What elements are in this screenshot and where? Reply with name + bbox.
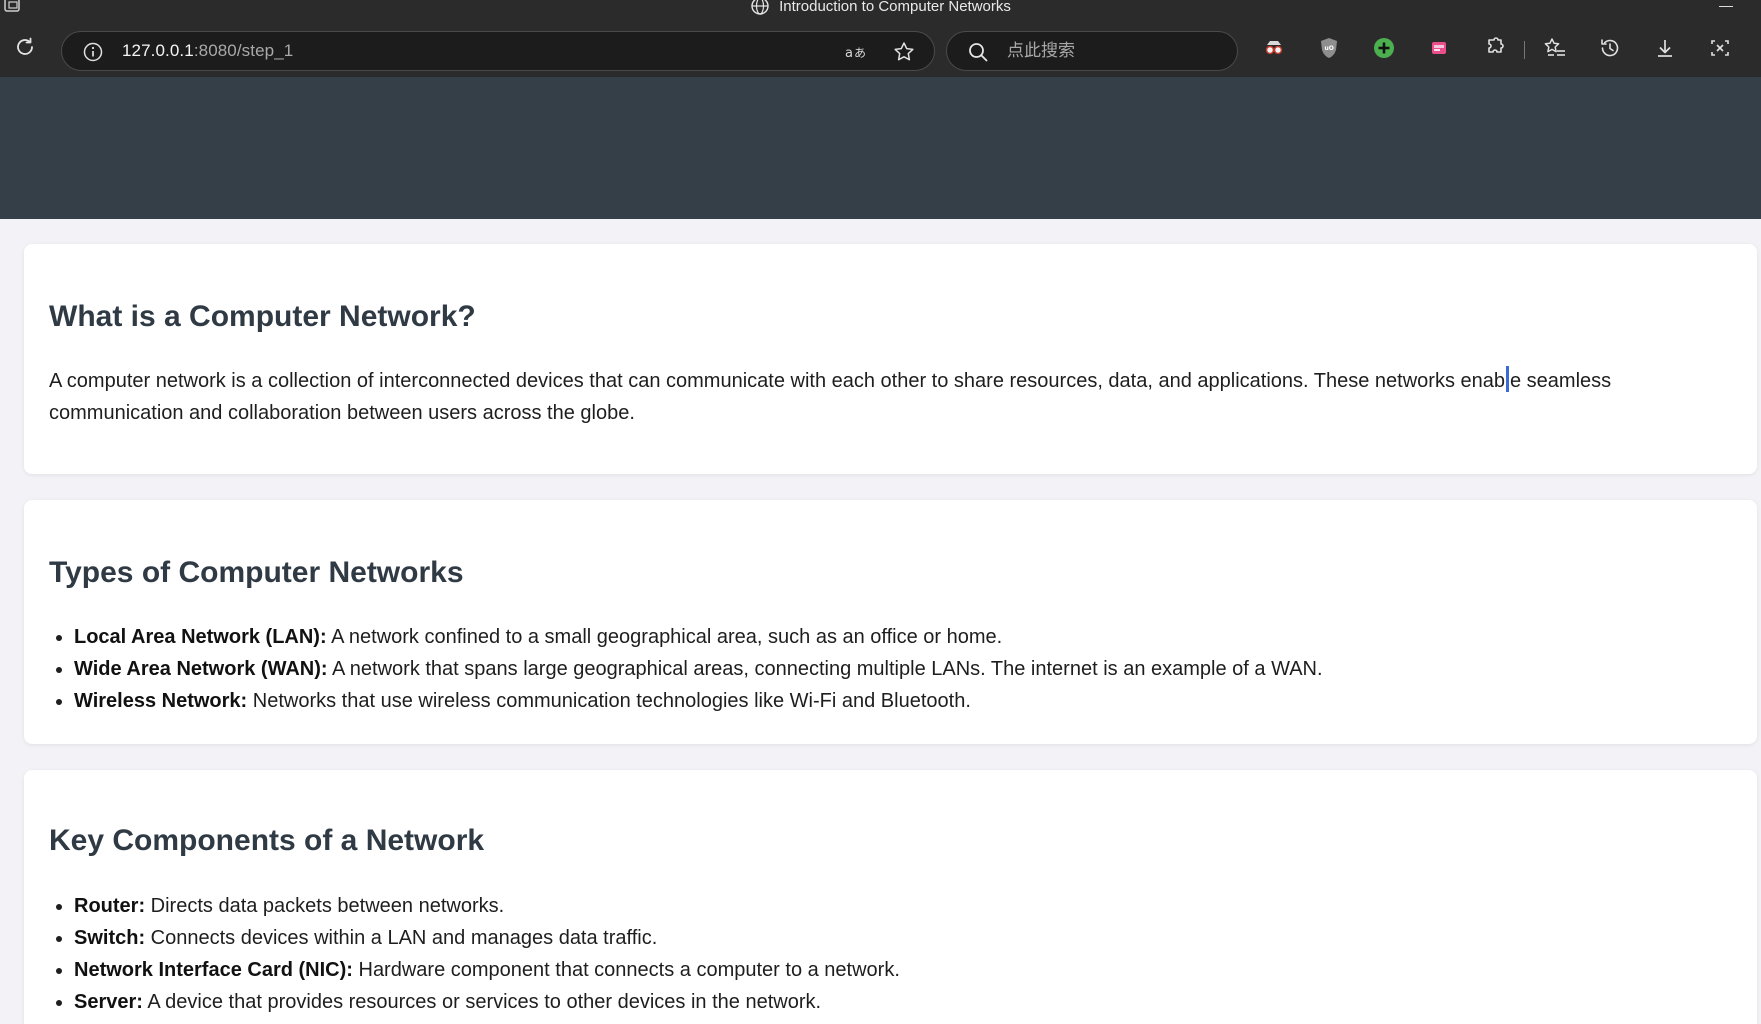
section-heading: Key Components of a Network bbox=[49, 824, 485, 857]
url-text[interactable]: 127.0.0.1:8080/step_1 bbox=[122, 41, 293, 61]
toolbar-divider bbox=[1524, 41, 1525, 59]
spy-glasses-extension-icon[interactable] bbox=[1261, 35, 1287, 61]
download-icon[interactable] bbox=[1652, 35, 1678, 61]
tab-title: Introduction to Computer Networks bbox=[0, 0, 1761, 16]
section-card-key-components: Key Components of a Network Router: Dire… bbox=[24, 770, 1757, 1024]
list-item-term: Wireless Network: bbox=[74, 690, 248, 712]
list-item: Wireless Network: Networks that use wire… bbox=[74, 685, 1323, 717]
network-types-list: Local Area Network (LAN): A network conf… bbox=[50, 621, 1323, 717]
section-card-network-types: Types of Computer Networks Local Area Ne… bbox=[24, 500, 1757, 744]
info-icon[interactable] bbox=[82, 41, 104, 63]
list-item-term: Router: bbox=[74, 895, 146, 917]
list-item-term: Local Area Network (LAN): bbox=[74, 626, 327, 648]
list-item-desc: A network that spans large geographical … bbox=[327, 658, 1323, 680]
section-paragraph: A computer network is a collection of in… bbox=[49, 365, 1729, 429]
list-item-desc: Hardware component that connects a compu… bbox=[352, 959, 900, 981]
list-item: Server: A device that provides resources… bbox=[74, 986, 900, 1018]
pink-extension-icon[interactable] bbox=[1426, 35, 1452, 61]
list-item-term: Server: bbox=[74, 991, 143, 1013]
search-box[interactable] bbox=[946, 31, 1238, 71]
paragraph-text: A computer network is a collection of in… bbox=[49, 370, 1505, 392]
url-host: 127.0.0.1 bbox=[122, 41, 194, 60]
list-item-term: Network Interface Card (NIC): bbox=[74, 959, 353, 981]
page-header-banner bbox=[0, 77, 1761, 219]
section-card-what-is-network: What is a Computer Network? A computer n… bbox=[24, 244, 1757, 474]
puzzle-extensions-icon[interactable] bbox=[1481, 35, 1507, 61]
list-item-desc: Directs data packets between networks. bbox=[145, 895, 505, 917]
url-path: :8080/step_1 bbox=[193, 41, 294, 60]
text-cursor bbox=[1506, 366, 1509, 392]
section-heading: What is a Computer Network? bbox=[49, 300, 476, 333]
list-item-desc: A network confined to a small geographic… bbox=[326, 626, 1003, 648]
list-item-desc: A device that provides resources or serv… bbox=[142, 991, 822, 1013]
green-plus-extension-icon[interactable] bbox=[1371, 35, 1397, 61]
window-title-bar: Introduction to Computer Networks bbox=[0, 0, 1761, 17]
svg-text:あ: あ bbox=[854, 46, 866, 60]
svg-text:uO: uO bbox=[1325, 45, 1334, 52]
address-bar[interactable]: 127.0.0.1:8080/step_1 a あ bbox=[61, 31, 935, 71]
star-icon[interactable] bbox=[892, 40, 916, 64]
list-item-desc: Connects devices within a LAN and manage… bbox=[145, 927, 658, 949]
list-item-desc: Networks that use wireless communication… bbox=[247, 690, 971, 712]
list-item-term: Switch: bbox=[74, 927, 146, 949]
minimize-button[interactable] bbox=[1719, 6, 1733, 7]
svg-text:a: a bbox=[845, 46, 853, 61]
list-item: Wide Area Network (WAN): A network that … bbox=[74, 653, 1323, 685]
favorites-icon[interactable] bbox=[1542, 35, 1568, 61]
reload-icon[interactable] bbox=[13, 35, 37, 59]
screenshot-icon[interactable] bbox=[1707, 35, 1733, 61]
list-item: Switch: Connects devices within a LAN an… bbox=[74, 922, 900, 954]
list-item: Local Area Network (LAN): A network conf… bbox=[74, 621, 1323, 653]
browser-toolbar: 127.0.0.1:8080/step_1 a あ uO bbox=[0, 17, 1761, 77]
window-title: Introduction to Computer Networks bbox=[779, 0, 1011, 15]
list-item-term: Wide Area Network (WAN): bbox=[74, 658, 328, 680]
list-item: Router: Directs data packets between net… bbox=[74, 890, 900, 922]
translate-icon[interactable]: a あ bbox=[844, 41, 868, 63]
key-components-list: Router: Directs data packets between net… bbox=[50, 890, 900, 1018]
section-heading: Types of Computer Networks bbox=[49, 556, 464, 589]
search-icon bbox=[969, 43, 988, 62]
history-icon[interactable] bbox=[1597, 35, 1623, 61]
ublock-shield-icon[interactable]: uO bbox=[1316, 35, 1342, 61]
list-item: Network Interface Card (NIC): Hardware c… bbox=[74, 954, 900, 986]
globe-icon bbox=[751, 0, 769, 15]
search-input[interactable] bbox=[1007, 38, 1217, 64]
